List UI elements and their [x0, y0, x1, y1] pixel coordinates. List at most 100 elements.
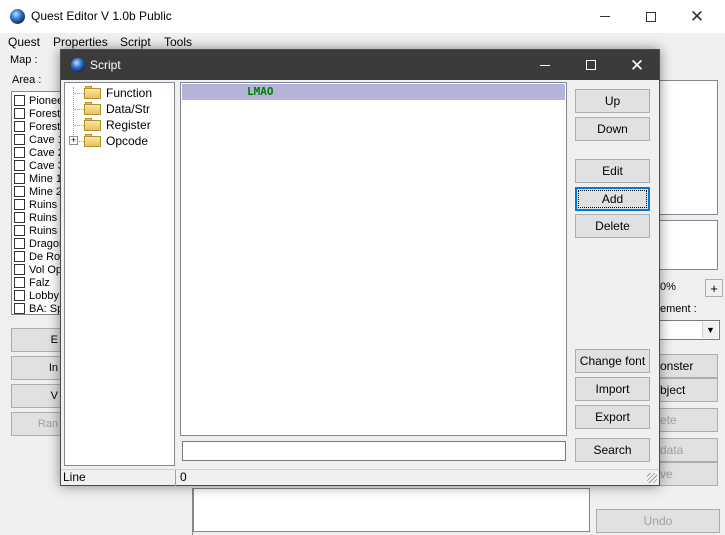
area-list-item[interactable]: Dragon [14, 237, 65, 250]
main-titlebar[interactable]: Quest Editor V 1.0b Public ✕ [0, 0, 725, 33]
delete-button[interactable]: Delete [575, 214, 650, 238]
script-dialog-title: Script [90, 58, 121, 72]
area-checkbox[interactable] [14, 95, 25, 106]
main-maximize-button[interactable] [628, 0, 674, 33]
area-list-item[interactable]: De Ro [14, 250, 60, 263]
move-down-button[interactable]: Down [575, 117, 650, 141]
placement-select[interactable]: ▼ [658, 320, 720, 340]
area-checkbox[interactable] [14, 160, 25, 171]
area-list-item[interactable]: Ruins [14, 198, 57, 211]
area-label-text: Cave 2 [29, 146, 64, 159]
area-label-text: Cave 3 [29, 159, 64, 172]
area-checkbox[interactable] [14, 199, 25, 210]
import-button[interactable]: Import [575, 377, 650, 401]
area-checkbox[interactable] [14, 147, 25, 158]
script-code-listing[interactable]: LMAO [180, 82, 567, 436]
move-up-button[interactable]: Up [575, 89, 650, 113]
right-info-panel [658, 220, 718, 270]
area-list-item[interactable]: Pionee [14, 94, 63, 107]
area-list-item[interactable]: BA: Sp [14, 302, 64, 315]
area-list-item[interactable]: Forest [14, 107, 60, 120]
script-dialog: Script ✕ Function Data/Str Register + Op… [60, 49, 660, 486]
tree-item-label: Register [106, 118, 151, 132]
area-checkbox[interactable] [14, 251, 25, 262]
area-label-text: Ruins [29, 211, 58, 224]
zoom-percent-text: 0% [660, 281, 676, 293]
script-minimize-button[interactable] [522, 50, 568, 80]
area-checkbox[interactable] [14, 225, 25, 236]
area-checkbox[interactable] [14, 264, 25, 275]
area-checklist[interactable]: Pionee Forest Forest Cave 1 Cave 2 Cave 3 Mine… [11, 91, 67, 315]
search-button[interactable]: Search [575, 438, 650, 462]
left-button-random[interactable]: Ran [11, 412, 63, 436]
area-list-item[interactable]: Forest [14, 120, 60, 133]
bottom-text-panel[interactable] [193, 488, 590, 532]
script-maximize-button[interactable] [568, 50, 614, 80]
change-font-button[interactable]: Change font [575, 349, 650, 373]
area-checkbox[interactable] [14, 303, 25, 314]
add-monster-button[interactable]: onster [658, 354, 718, 378]
folder-icon [84, 118, 102, 131]
export-button[interactable]: Export [575, 405, 650, 429]
area-checkbox[interactable] [14, 238, 25, 249]
left-button-in[interactable]: In [11, 356, 63, 380]
menu-properties[interactable]: Properties [53, 35, 108, 49]
area-list-item[interactable]: Mine 1 [14, 172, 62, 185]
menu-script[interactable]: Script [120, 35, 151, 49]
resize-grip-icon[interactable] [647, 473, 657, 483]
script-titlebar[interactable]: Script ✕ [61, 50, 659, 80]
folder-icon [84, 134, 102, 147]
minimize-icon [600, 16, 610, 17]
area-list-item[interactable]: Cave 3 [14, 159, 64, 172]
app-globe-icon [10, 9, 25, 24]
expand-plus-icon[interactable]: + [69, 136, 78, 145]
search-input[interactable] [182, 441, 566, 461]
script-category-tree[interactable]: Function Data/Str Register + Opcode [64, 82, 175, 466]
area-label: Area : [12, 74, 42, 86]
area-checkbox[interactable] [14, 212, 25, 223]
area-label-text: BA: Sp [29, 302, 64, 315]
main-window-title: Quest Editor V 1.0b Public [31, 9, 172, 23]
area-list-item[interactable]: Cave 2 [14, 146, 64, 159]
area-checkbox[interactable] [14, 121, 25, 132]
area-list-item[interactable]: Cave 1 [14, 133, 64, 146]
area-list-item[interactable]: Ruins [14, 211, 57, 224]
chevron-down-icon[interactable]: ▼ [702, 322, 718, 338]
area-checkbox[interactable] [14, 108, 25, 119]
delete-item-button[interactable]: ete [658, 408, 718, 432]
area-checkbox[interactable] [14, 290, 25, 301]
area-list-item[interactable]: Falz [14, 276, 50, 289]
focus-rect [578, 190, 647, 208]
maximize-icon [586, 60, 596, 70]
placement-label: ement : [660, 303, 697, 315]
add-button[interactable]: Add [575, 187, 650, 211]
main-close-button[interactable]: ✕ [674, 0, 720, 33]
area-label-text: Vol Op [29, 263, 63, 276]
area-checkbox[interactable] [14, 134, 25, 145]
area-checkbox[interactable] [14, 277, 25, 288]
area-label-text: Forest [29, 120, 61, 133]
area-label-text: Ruins [29, 224, 58, 237]
menu-quest[interactable]: Quest [8, 35, 40, 49]
area-list-item[interactable]: Ruins [14, 224, 57, 237]
add-object-button[interactable]: bject [658, 378, 718, 402]
script-close-button[interactable]: ✕ [614, 50, 660, 80]
edit-button[interactable]: Edit [575, 159, 650, 183]
map-label: Map : [10, 54, 38, 66]
area-list-item[interactable]: Mine 2 [14, 185, 62, 198]
left-button-e[interactable]: E [11, 328, 63, 352]
area-checkbox[interactable] [14, 186, 25, 197]
menu-tools[interactable]: Tools [164, 35, 192, 49]
selected-code-line[interactable] [182, 84, 565, 100]
area-label-text: Pionee [29, 94, 64, 107]
save-button[interactable]: ve [658, 462, 718, 486]
undo-button[interactable]: Undo [596, 509, 720, 533]
zoom-plus-button[interactable]: + [705, 279, 723, 297]
data-button[interactable]: data [658, 438, 718, 462]
left-button-v[interactable]: V [11, 384, 63, 408]
main-minimize-button[interactable] [582, 0, 628, 33]
area-list-item[interactable]: Vol Op [14, 263, 62, 276]
area-checkbox[interactable] [14, 173, 25, 184]
area-list-item[interactable]: Lobby [14, 289, 59, 302]
tree-item-label: Opcode [106, 134, 149, 148]
